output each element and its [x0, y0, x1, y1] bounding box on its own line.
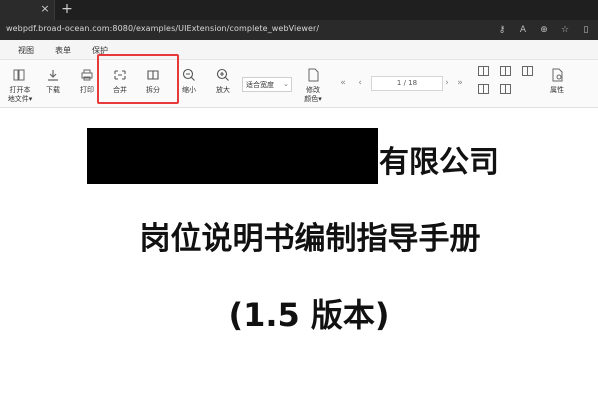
previous-page-icon[interactable]: ‹	[354, 77, 366, 89]
favorite-icon[interactable]: ☆	[559, 24, 571, 36]
document-color-icon	[308, 68, 319, 82]
first-page-icon[interactable]: «	[337, 77, 349, 89]
open-label-2: 地文件▾	[7, 95, 33, 103]
zoom-out-icon	[182, 68, 195, 81]
menu-form[interactable]: 表单	[55, 45, 71, 56]
browser-tab[interactable]: ×	[0, 0, 55, 20]
highlight-box	[97, 54, 179, 104]
viewer-menu-bar: 视图 表单 保护	[0, 40, 598, 60]
zoom-in-icon	[216, 68, 229, 81]
menu-view[interactable]: 视图	[18, 45, 34, 56]
redaction-block	[87, 128, 378, 184]
modify-color-label-2: 颜色▾	[304, 95, 322, 103]
print-icon	[81, 69, 93, 81]
cover-page-icon[interactable]	[500, 84, 511, 94]
split-screen-icon[interactable]: ▯	[580, 24, 592, 36]
properties-label: 属性	[550, 86, 564, 94]
translate-icon[interactable]: A	[517, 24, 529, 36]
address-bar-icons: ⚷ A ⊕ ☆ ▯	[496, 23, 592, 37]
document-title: 岗位说明书编制指导手册	[139, 221, 481, 257]
document-page: 有限公司 岗位说明书编制指导手册 (1.5 版本)	[0, 109, 598, 399]
facing-page-icon[interactable]	[500, 66, 511, 76]
page-number-input[interactable]: 1 / 18	[371, 76, 443, 91]
open-file-icon	[13, 69, 25, 81]
single-page-icon[interactable]	[478, 66, 489, 76]
zoom-in-button[interactable]: 放大	[208, 66, 238, 102]
chevron-down-icon: ⌄	[283, 80, 289, 88]
properties-button[interactable]: 属性	[542, 66, 572, 102]
browser-tab-bar: × +	[0, 0, 598, 20]
download-button[interactable]: 下载	[38, 66, 68, 102]
download-icon	[48, 70, 58, 81]
properties-icon	[552, 68, 563, 82]
page-layout-group	[478, 66, 536, 98]
open-local-file-button[interactable]: 打开本 地文件▾	[4, 66, 36, 103]
open-label-1: 打开本	[9, 86, 31, 94]
key-icon[interactable]: ⚷	[496, 24, 508, 36]
modify-color-button[interactable]: 修改 颜色▾	[298, 66, 328, 103]
url-text[interactable]: webpdf.broad-ocean.com:8080/examples/UIE…	[6, 24, 319, 33]
zoom-in-label: 放大	[216, 86, 230, 94]
company-name-suffix: 有限公司	[379, 145, 499, 180]
last-page-icon[interactable]: »	[454, 77, 466, 89]
document-version: (1.5 版本)	[228, 296, 390, 334]
zoom-icon[interactable]: ⊕	[538, 24, 550, 36]
new-tab-button[interactable]: +	[59, 1, 75, 17]
close-icon[interactable]: ×	[38, 2, 52, 16]
continuous-facing-icon[interactable]	[522, 66, 533, 76]
address-bar[interactable]: webpdf.broad-ocean.com:8080/examples/UIE…	[0, 20, 598, 40]
zoom-mode-value: 适合宽度	[246, 81, 274, 89]
modify-color-label-1: 修改	[306, 86, 320, 94]
continuous-page-icon[interactable]	[478, 84, 489, 94]
download-label: 下载	[46, 86, 60, 94]
zoom-mode-select[interactable]: 适合宽度 ⌄	[242, 77, 292, 92]
next-page-icon[interactable]: ›	[441, 77, 453, 89]
